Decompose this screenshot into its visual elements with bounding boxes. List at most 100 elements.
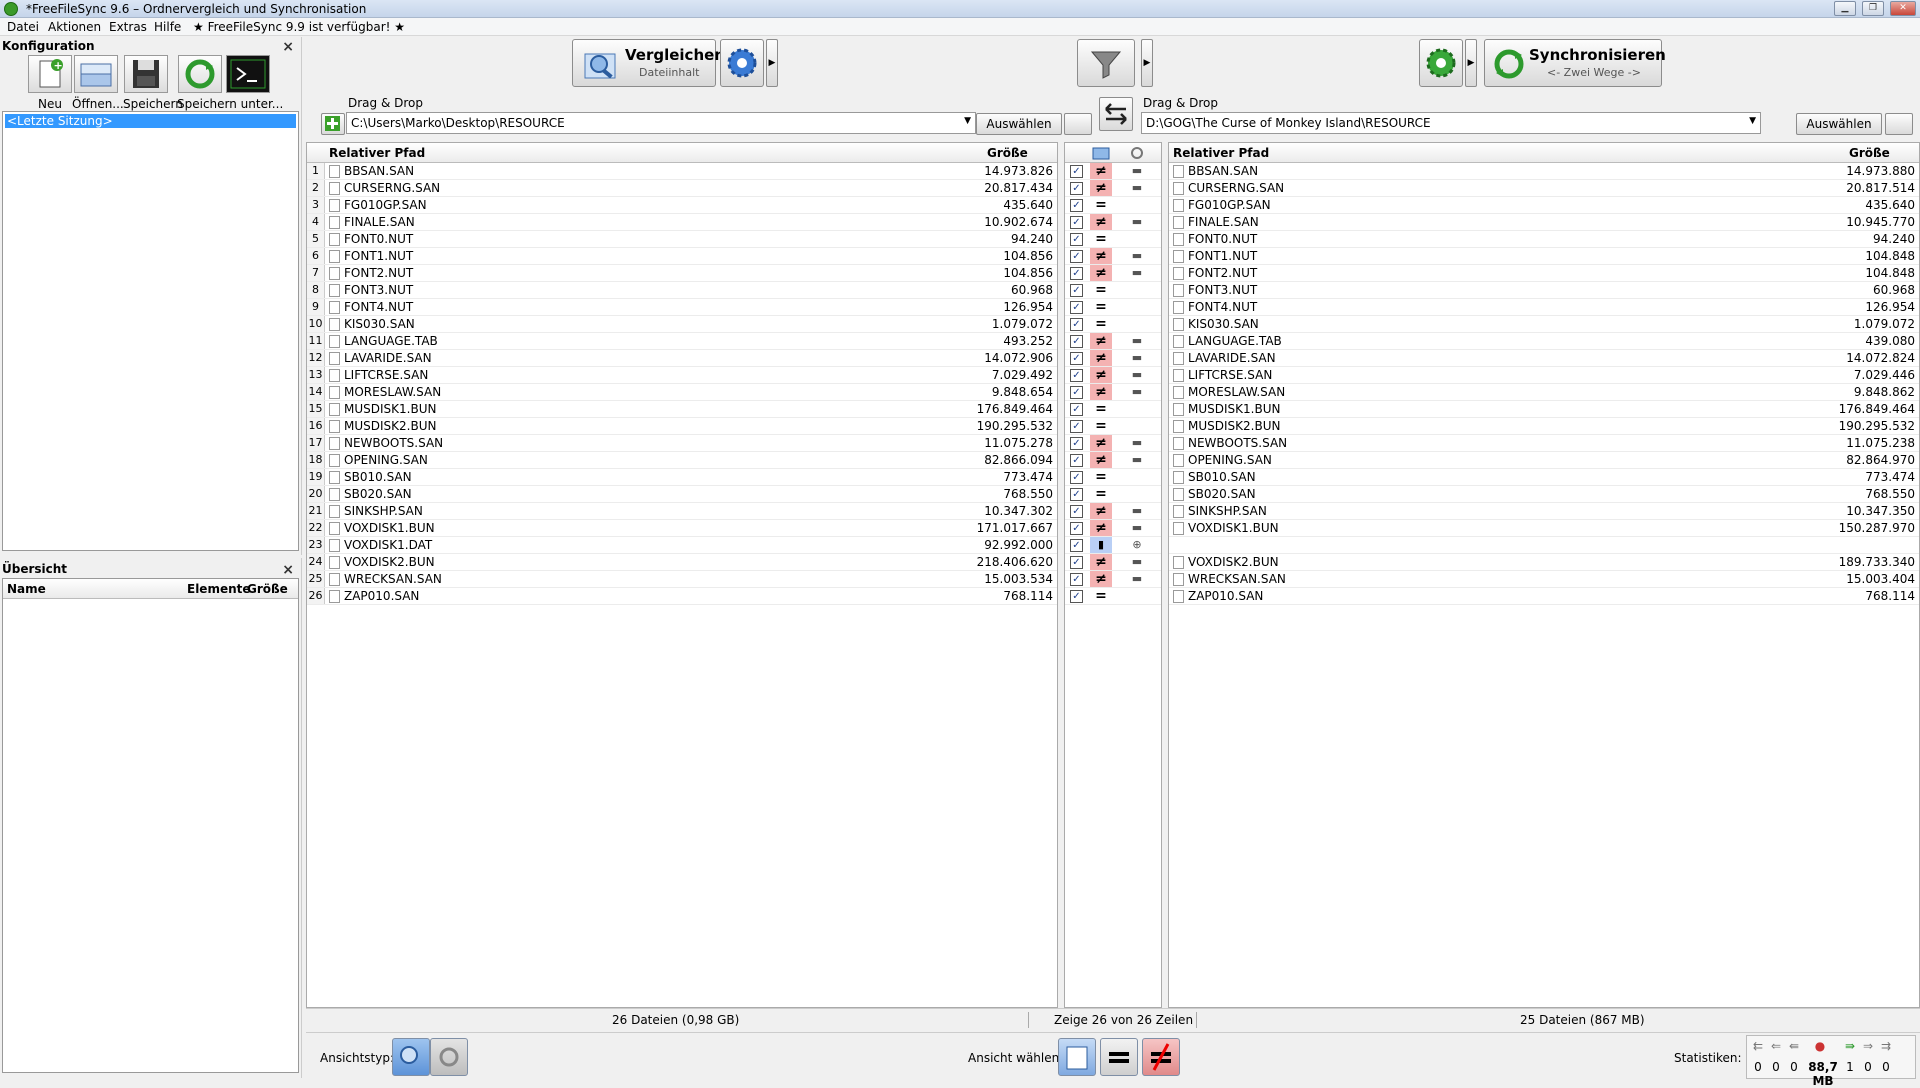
row-checkbox[interactable]: ✓ (1070, 471, 1083, 484)
table-row[interactable]: 12 LAVARIDE.SAN 14.072.906 (307, 350, 1057, 367)
table-row[interactable]: FONT2.NUT 104.848 (1169, 265, 1919, 282)
left-col-path[interactable]: Relativer Pfad (329, 146, 425, 160)
table-row[interactable] (1169, 537, 1919, 554)
no-action-icon[interactable]: ▬ (1127, 435, 1147, 451)
row-checkbox[interactable]: ✓ (1070, 573, 1083, 586)
no-action-icon[interactable]: ▬ (1127, 554, 1147, 570)
row-checkbox[interactable]: ✓ (1070, 165, 1083, 178)
row-checkbox[interactable]: ✓ (1070, 233, 1083, 246)
table-row[interactable]: 1 BBSAN.SAN 14.973.826 (307, 163, 1057, 180)
right-folder-path-input[interactable]: D:\GOG\The Curse of Monkey Island\RESOUR… (1141, 112, 1761, 134)
maximize-button[interactable]: ❐ (1862, 1, 1884, 16)
row-checkbox[interactable]: ✓ (1070, 539, 1083, 552)
action-row[interactable]: ✓ ≠ ▬ (1065, 350, 1161, 367)
table-row[interactable]: 4 FINALE.SAN 10.902.674 (307, 214, 1057, 231)
compare-view-icon[interactable] (1091, 144, 1111, 162)
menu-datei[interactable]: Datei (7, 20, 39, 34)
right-path-dropdown-icon[interactable]: ▼ (1749, 116, 1756, 126)
table-row[interactable]: FG010GP.SAN 435.640 (1169, 197, 1919, 214)
table-row[interactable]: MUSDISK1.BUN 176.849.464 (1169, 401, 1919, 418)
table-row[interactable]: SB020.SAN 768.550 (1169, 486, 1919, 503)
row-checkbox[interactable]: ✓ (1070, 250, 1083, 263)
menu-aktionen[interactable]: Aktionen (48, 20, 101, 34)
table-row[interactable]: MORESLAW.SAN 9.848.862 (1169, 384, 1919, 401)
row-checkbox[interactable]: ✓ (1070, 318, 1083, 331)
no-action-icon[interactable]: ▬ (1127, 163, 1147, 179)
action-row[interactable]: ✓ ≠ ▬ (1065, 571, 1161, 588)
table-row[interactable]: FINALE.SAN 10.945.770 (1169, 214, 1919, 231)
row-checkbox[interactable]: ✓ (1070, 182, 1083, 195)
show-equal-button[interactable] (1100, 1038, 1138, 1076)
action-row[interactable]: ✓ ≠ ▬ (1065, 248, 1161, 265)
table-row[interactable]: LANGUAGE.TAB 439.080 (1169, 333, 1919, 350)
table-row[interactable]: BBSAN.SAN 14.973.880 (1169, 163, 1919, 180)
action-row[interactable]: ✓ = (1065, 588, 1161, 605)
row-checkbox[interactable]: ✓ (1070, 386, 1083, 399)
table-row[interactable]: 25 WRECKSAN.SAN 15.003.534 (307, 571, 1057, 588)
table-row[interactable]: 15 MUSDISK1.BUN 176.849.464 (307, 401, 1057, 418)
no-action-icon[interactable]: ▬ (1127, 265, 1147, 281)
overview-col-elements[interactable]: Elemente (187, 582, 251, 596)
synchronize-button[interactable]: Synchronisieren <- Zwei Wege -> (1484, 39, 1666, 87)
row-checkbox[interactable]: ✓ (1070, 590, 1083, 603)
no-action-icon[interactable]: ▬ (1127, 384, 1147, 400)
table-row[interactable]: 9 FONT4.NUT 126.954 (307, 299, 1057, 316)
right-select-folder-button[interactable]: Auswählen (1796, 113, 1882, 135)
table-row[interactable]: 7 FONT2.NUT 104.856 (307, 265, 1057, 282)
action-row[interactable]: ✓ ≠ ▬ (1065, 180, 1161, 197)
swap-sides-button[interactable] (1099, 97, 1133, 131)
action-row[interactable]: ✓ ≠ ▬ (1065, 452, 1161, 469)
table-row[interactable]: SB010.SAN 773.474 (1169, 469, 1919, 486)
action-row[interactable]: ✓ ≠ ▬ (1065, 384, 1161, 401)
overview-panel-close-icon[interactable]: × (282, 562, 294, 578)
no-action-icon[interactable]: ▬ (1127, 367, 1147, 383)
table-row[interactable]: 14 MORESLAW.SAN 9.848.654 (307, 384, 1057, 401)
table-row[interactable]: 3 FG010GP.SAN 435.640 (307, 197, 1057, 214)
table-row[interactable]: 18 OPENING.SAN 82.866.094 (307, 452, 1057, 469)
session-item-last[interactable]: <Letzte Sitzung> (5, 114, 296, 128)
action-row[interactable]: ✓ ≠ ▬ (1065, 265, 1161, 282)
row-checkbox[interactable]: ✓ (1070, 199, 1083, 212)
action-row[interactable]: ✓ ≠ ▬ (1065, 367, 1161, 384)
table-row[interactable]: 6 FONT1.NUT 104.856 (307, 248, 1057, 265)
compare-dropdown-arrow[interactable]: ▶ (766, 39, 778, 87)
table-row[interactable]: ZAP010.SAN 768.114 (1169, 588, 1919, 605)
show-left-only-button[interactable] (1058, 1038, 1096, 1076)
table-row[interactable]: FONT4.NUT 126.954 (1169, 299, 1919, 316)
table-row[interactable]: SINKSHP.SAN 10.347.350 (1169, 503, 1919, 520)
row-checkbox[interactable]: ✓ (1070, 352, 1083, 365)
row-checkbox[interactable]: ✓ (1070, 420, 1083, 433)
table-row[interactable]: FONT0.NUT 94.240 (1169, 231, 1919, 248)
overview-col-name[interactable]: Name (7, 582, 46, 596)
new-config-button[interactable]: + (28, 55, 72, 93)
table-row[interactable]: 21 SINKSHP.SAN 10.347.302 (307, 503, 1057, 520)
row-checkbox[interactable]: ✓ (1070, 437, 1083, 450)
menu-update-notice[interactable]: ★ FreeFileSync 9.9 ist verfügbar! ★ (193, 20, 405, 34)
table-row[interactable]: CURSERNG.SAN 20.817.514 (1169, 180, 1919, 197)
table-row[interactable]: LIFTCRSE.SAN 7.029.446 (1169, 367, 1919, 384)
table-row[interactable]: NEWBOOTS.SAN 11.075.238 (1169, 435, 1919, 452)
action-row[interactable]: ✓ = (1065, 282, 1161, 299)
left-col-size[interactable]: Größe (987, 146, 1028, 160)
action-row[interactable]: ✓ = (1065, 231, 1161, 248)
show-different-button[interactable] (1142, 1038, 1180, 1076)
table-row[interactable]: LAVARIDE.SAN 14.072.824 (1169, 350, 1919, 367)
action-row[interactable]: ✓ ≠ ▬ (1065, 214, 1161, 231)
action-row[interactable]: ✓ ≠ ▬ (1065, 435, 1161, 452)
table-row[interactable]: OPENING.SAN 82.864.970 (1169, 452, 1919, 469)
action-row[interactable]: ✓ = (1065, 401, 1161, 418)
no-action-icon[interactable]: ▬ (1127, 571, 1147, 587)
left-cloud-button[interactable] (1064, 113, 1092, 135)
table-row[interactable]: 13 LIFTCRSE.SAN 7.029.492 (307, 367, 1057, 384)
compare-settings-button[interactable] (720, 39, 764, 87)
no-action-icon[interactable]: ▬ (1127, 350, 1147, 366)
menu-extras[interactable]: Extras (109, 20, 147, 34)
table-row[interactable]: 8 FONT3.NUT 60.968 (307, 282, 1057, 299)
table-row[interactable]: MUSDISK2.BUN 190.295.532 (1169, 418, 1919, 435)
open-config-button[interactable] (74, 55, 118, 93)
table-row[interactable]: 17 NEWBOOTS.SAN 11.075.278 (307, 435, 1057, 452)
row-checkbox[interactable]: ✓ (1070, 216, 1083, 229)
row-checkbox[interactable]: ✓ (1070, 522, 1083, 535)
table-row[interactable]: WRECKSAN.SAN 15.003.404 (1169, 571, 1919, 588)
action-row[interactable]: ✓ = (1065, 486, 1161, 503)
